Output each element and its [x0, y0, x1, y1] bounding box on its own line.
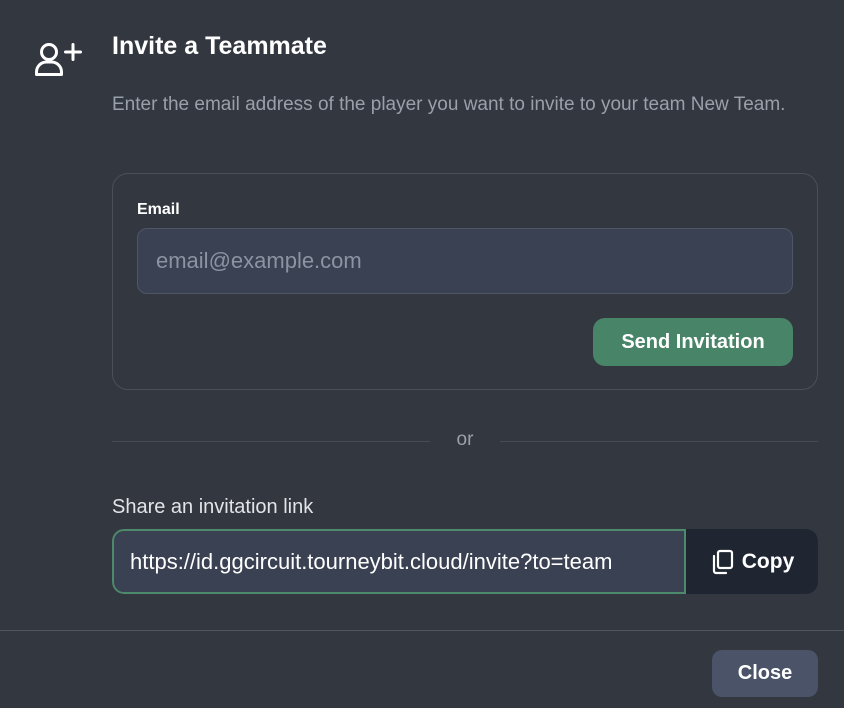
dialog-title: Invite a Teammate	[112, 32, 327, 60]
dialog-description: Enter the email address of the player yo…	[112, 94, 786, 115]
send-invitation-button[interactable]: Send Invitation	[593, 318, 793, 366]
divider-line-right	[500, 441, 818, 442]
divider-line-left	[112, 441, 430, 442]
invitation-link-group: Copy	[112, 529, 818, 594]
footer-divider	[0, 630, 844, 631]
close-button[interactable]: Close	[712, 650, 818, 697]
copy-icon	[710, 549, 734, 575]
copy-link-button[interactable]: Copy	[686, 529, 818, 594]
share-link-label: Share an invitation link	[112, 496, 314, 518]
invitation-link-input[interactable]	[112, 529, 686, 594]
email-label: Email	[137, 201, 180, 218]
divider-or-text: or	[456, 429, 474, 450]
email-invite-card: Email Send Invitation	[112, 173, 818, 390]
invite-dialog: Invite a Teammate Enter the email addres…	[0, 0, 844, 708]
email-input[interactable]	[137, 228, 793, 294]
copy-button-label: Copy	[741, 549, 795, 573]
user-plus-icon	[34, 42, 82, 78]
